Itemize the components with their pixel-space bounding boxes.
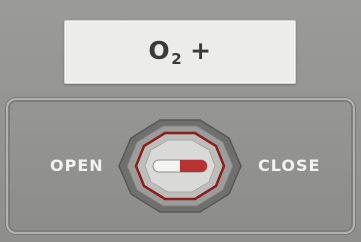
label-suffix: + — [190, 36, 212, 65]
label-main: O — [148, 36, 171, 65]
open-label: OPEN — [50, 156, 104, 175]
o2-label: O2 + — [148, 36, 211, 68]
label-subscript: 2 — [171, 50, 183, 68]
valve-indicator-fill-edge — [180, 160, 188, 172]
o2-label-plate: O2 + — [64, 20, 296, 84]
valve-knob[interactable] — [117, 118, 243, 214]
close-label: CLOSE — [258, 156, 321, 175]
